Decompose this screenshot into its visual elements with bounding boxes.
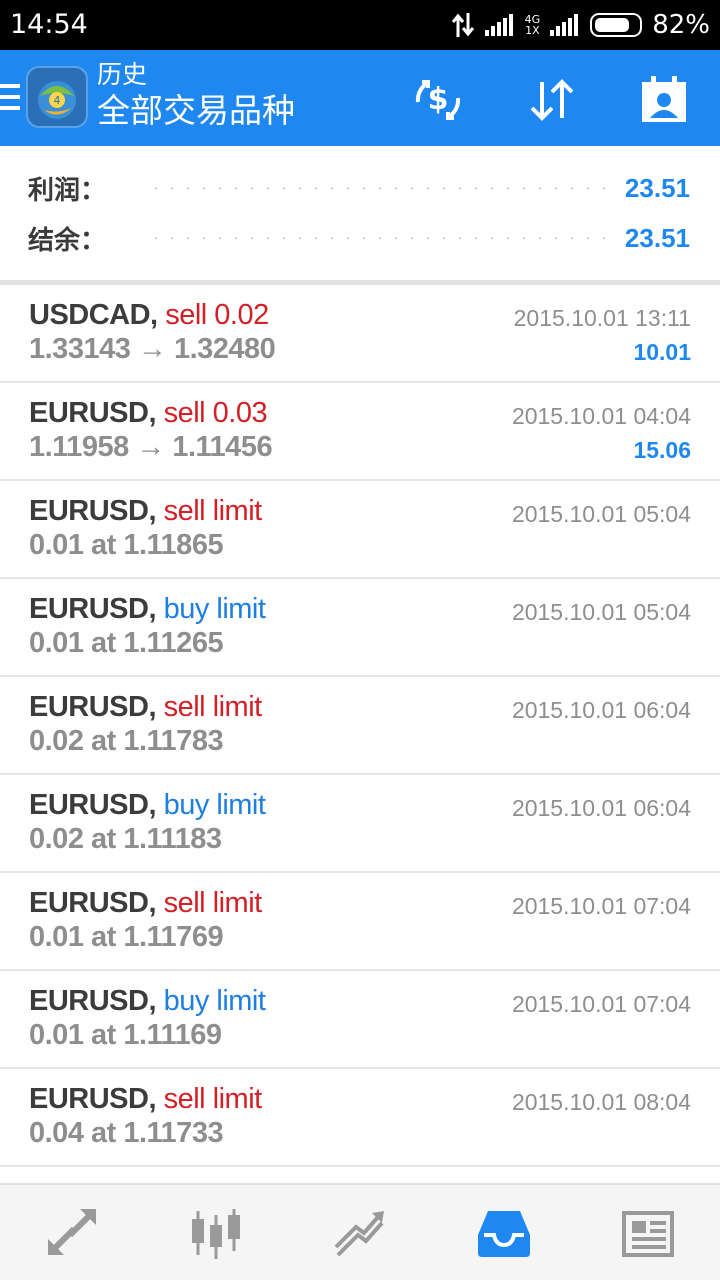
- history-list[interactable]: USDCAD, sell 0.02 1.33143 → 1.32480 2015.1…: [0, 285, 720, 1167]
- dotted-leader: [148, 187, 611, 189]
- deal-datetime: 2015.10.01 06:04: [511, 795, 691, 821]
- battery-fill: [595, 18, 630, 32]
- deal-symbol: USDCAD,: [29, 299, 158, 331]
- deal-datetime: 2015.10.01 05:04: [511, 599, 691, 625]
- deal-action: buy limit: [163, 789, 266, 821]
- app-bar-titles: 历史 全部交易品种: [97, 60, 295, 132]
- profit-value: 23.51: [624, 172, 690, 203]
- app-bar: 4 历史 全部交易品种 $: [0, 50, 720, 146]
- account-summary: 利润： 23.51 结余： 23.51: [0, 146, 720, 280]
- deal-title: EURUSD, buy limit: [29, 985, 266, 1018]
- history-icon: [478, 1210, 530, 1257]
- signal-strength-icon: [550, 14, 579, 36]
- app-logo[interactable]: 4: [26, 66, 88, 128]
- deal-symbol: EURUSD,: [29, 495, 157, 527]
- signal-4g-icon: [484, 14, 513, 36]
- deal-title: EURUSD, buy limit: [29, 789, 266, 822]
- deal-symbol: EURUSD,: [29, 691, 157, 723]
- menu-icon[interactable]: [0, 84, 20, 112]
- deal-symbol: EURUSD,: [29, 1083, 157, 1115]
- history-row[interactable]: EURUSD, buy limit 0.02 at 1.11183 2015.10.…: [0, 775, 720, 873]
- history-row[interactable]: USDCAD, sell 0.02 1.33143 → 1.32480 2015.1…: [0, 285, 720, 383]
- deal-detail: 0.01 at 1.11169: [29, 1019, 222, 1051]
- deal-action: sell 0.02: [165, 299, 269, 331]
- nav-trade[interactable]: [288, 1185, 432, 1280]
- profit-row: 利润： 23.51: [28, 168, 690, 208]
- calendar-contact-icon[interactable]: [638, 74, 690, 126]
- deal-datetime: 2015.10.01 04:04: [511, 403, 691, 429]
- deal-title: EURUSD, sell 0.03: [29, 397, 268, 430]
- status-bar: 14:54 4G 1X 82%: [0, 0, 720, 50]
- deal-action: sell 0.03: [163, 397, 268, 429]
- currency-exchange-icon[interactable]: $: [412, 74, 464, 126]
- deal-action: sell limit: [163, 887, 263, 919]
- deal-detail: 0.01 at 1.11265: [29, 627, 224, 659]
- svg-text:4: 4: [54, 94, 61, 107]
- deal-title: EURUSD, sell limit: [29, 1083, 262, 1116]
- deal-title: EURUSD, sell limit: [29, 495, 262, 528]
- deal-symbol: EURUSD,: [29, 593, 157, 625]
- history-row[interactable]: EURUSD, buy limit 0.01 at 1.11169 2015.10.…: [0, 971, 720, 1069]
- sort-icon[interactable]: [526, 74, 578, 126]
- nav-news[interactable]: [576, 1185, 720, 1280]
- deal-title: EURUSD, sell limit: [29, 887, 262, 920]
- deal-detail: 0.02 at 1.11183: [29, 823, 222, 855]
- quotes-icon: [48, 1208, 96, 1255]
- history-row[interactable]: EURUSD, sell limit 0.04 at 1.11733 2015.10…: [0, 1069, 720, 1167]
- data-transfer-icon: [451, 13, 474, 37]
- balance-row: 结余： 23.51: [28, 218, 690, 258]
- deal-detail: 0.01 at 1.11769: [29, 921, 224, 953]
- deal-action: buy limit: [163, 593, 266, 625]
- nav-chart[interactable]: [144, 1185, 288, 1280]
- deal-action: buy limit: [163, 985, 266, 1017]
- status-icons: 4G 1X 82%: [451, 8, 710, 42]
- deal-detail: 1.11958 → 1.11456: [29, 431, 273, 463]
- deal-datetime: 2015.10.01 13:11: [513, 305, 691, 331]
- deal-detail: 0.04 at 1.11733: [29, 1117, 224, 1149]
- deal-detail: 0.02 at 1.11783: [29, 725, 224, 757]
- bottom-nav: [0, 1183, 720, 1280]
- chart-icon: [192, 1208, 240, 1259]
- history-row[interactable]: EURUSD, buy limit 0.01 at 1.11265 2015.10.…: [0, 579, 720, 677]
- deal-datetime: 2015.10.01 05:04: [511, 501, 691, 527]
- deal-datetime: 2015.10.01 07:04: [511, 893, 691, 919]
- deal-detail: 1.33143 → 1.32480: [29, 333, 276, 365]
- deal-action: sell limit: [163, 495, 263, 527]
- deal-datetime: 2015.10.01 08:04: [511, 1089, 691, 1115]
- history-row[interactable]: EURUSD, sell limit 0.02 at 1.11783 2015.10…: [0, 677, 720, 775]
- history-row[interactable]: EURUSD, sell 0.03 1.11958 → 1.11456 2015.1…: [0, 383, 720, 481]
- battery-percent: 82%: [652, 10, 710, 40]
- deal-datetime: 2015.10.01 07:04: [511, 991, 691, 1017]
- balance-label: 结余：: [28, 224, 107, 255]
- history-row[interactable]: EURUSD, sell limit 0.01 at 1.11769 2015.10…: [0, 873, 720, 971]
- deal-profit: 15.06: [633, 437, 691, 463]
- deal-title: EURUSD, sell limit: [29, 691, 262, 724]
- deal-symbol: EURUSD,: [29, 887, 157, 919]
- deal-symbol: EURUSD,: [29, 397, 157, 429]
- network-type: 4G 1X: [524, 13, 541, 37]
- deal-datetime: 2015.10.01 06:04: [511, 697, 691, 723]
- page-title: 历史: [97, 61, 148, 89]
- page-subtitle[interactable]: 全部交易品种: [97, 90, 295, 132]
- dotted-leader: [148, 237, 611, 239]
- deal-action: sell limit: [163, 1083, 263, 1115]
- nav-history[interactable]: [432, 1185, 576, 1280]
- profit-label: 利润：: [28, 174, 107, 205]
- balance-value: 23.51: [624, 222, 690, 253]
- deal-action: sell limit: [163, 691, 263, 723]
- deal-title: USDCAD, sell 0.02: [29, 299, 269, 332]
- history-row[interactable]: EURUSD, sell limit 0.01 at 1.11865 2015.10…: [0, 481, 720, 579]
- nav-quotes[interactable]: [0, 1185, 144, 1280]
- news-icon: [622, 1210, 674, 1257]
- deal-profit: 10.01: [633, 339, 691, 365]
- deal-symbol: EURUSD,: [29, 985, 157, 1017]
- deal-detail: 0.01 at 1.11865: [29, 529, 224, 561]
- deal-title: EURUSD, buy limit: [29, 593, 266, 626]
- svg-text:$: $: [428, 82, 449, 117]
- trade-icon: [334, 1210, 384, 1256]
- deal-symbol: EURUSD,: [29, 789, 157, 821]
- battery-icon: [590, 13, 643, 37]
- status-time: 14:54: [10, 9, 88, 40]
